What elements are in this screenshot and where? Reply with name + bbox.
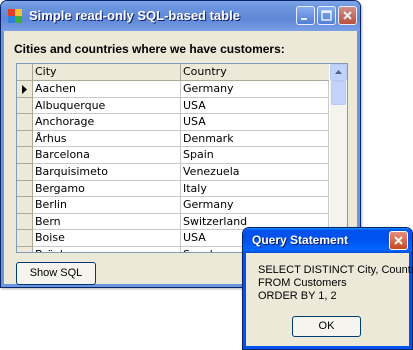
ok-button[interactable]: OK [292, 316, 361, 337]
vertical-scrollbar[interactable] [330, 64, 347, 252]
row-header[interactable] [17, 81, 33, 98]
cell-country[interactable]: Germany [181, 197, 329, 214]
cell-city[interactable]: Berlin [33, 197, 181, 214]
minimize-button[interactable] [296, 6, 315, 25]
table-row[interactable]: Berlin Germany [17, 197, 329, 214]
dialog-close-button[interactable] [389, 231, 408, 250]
show-sql-button[interactable]: Show SQL [16, 262, 96, 285]
cell-city[interactable]: Århus [33, 130, 181, 148]
cell-country[interactable]: Venezuela [181, 163, 329, 181]
dialog-frame-bottom [243, 346, 412, 349]
dialog-title: Query Statement [252, 233, 349, 247]
cell-country[interactable]: Italy [181, 180, 329, 198]
row-header[interactable] [17, 213, 33, 231]
cell-country[interactable]: USA [181, 97, 329, 115]
cell-city[interactable]: Aachen [33, 81, 181, 98]
cell-country[interactable]: USA [181, 114, 329, 131]
row-header[interactable] [17, 230, 33, 247]
cell-country[interactable]: Denmark [181, 130, 329, 148]
close-icon [343, 11, 352, 20]
table-row[interactable]: Bergamo Italy [17, 180, 329, 198]
table-row[interactable]: Barquisimeto Venezuela [17, 163, 329, 181]
column-header-city[interactable]: City [33, 64, 181, 80]
cell-city[interactable]: Bergamo [33, 180, 181, 198]
main-window-title: Simple read-only SQL-based table [29, 8, 240, 23]
cell-country[interactable]: Spain [181, 147, 329, 164]
close-icon [394, 236, 403, 245]
minimize-icon [301, 18, 307, 20]
current-row-icon [22, 85, 27, 94]
data-grid[interactable]: City Country Aachen Germany Albuquerque USA… [16, 63, 348, 253]
row-header[interactable] [17, 163, 33, 181]
row-header-corner [17, 64, 33, 80]
table-row[interactable]: Barcelona Spain [17, 147, 329, 164]
maximize-button[interactable] [317, 6, 336, 25]
row-header[interactable] [17, 147, 33, 164]
cell-city[interactable]: Bern [33, 213, 181, 231]
main-titlebar[interactable]: Simple read-only SQL-based table [1, 1, 360, 31]
scroll-thumb[interactable] [331, 81, 346, 105]
dialog-titlebar[interactable]: Query Statement [243, 228, 412, 253]
maximize-icon [321, 10, 332, 21]
table-row[interactable]: Anchorage USA [17, 114, 329, 131]
cell-country[interactable]: Germany [181, 81, 329, 98]
cell-city[interactable]: Bräcke [33, 246, 181, 252]
cell-city[interactable]: Barcelona [33, 147, 181, 164]
column-header-country[interactable]: Country [181, 64, 329, 80]
table-row[interactable]: Århus Denmark [17, 130, 329, 148]
cell-city[interactable]: Albuquerque [33, 97, 181, 115]
dialog-frame-left [243, 253, 246, 349]
row-header[interactable] [17, 114, 33, 131]
query-statement-dialog: Query Statement SELECT DISTINCT City, Co… [242, 227, 413, 350]
table-caption: Cities and countries where we have custo… [14, 42, 285, 56]
cell-city[interactable]: Barquisimeto [33, 163, 181, 181]
row-header[interactable] [17, 246, 33, 252]
table-row[interactable]: Albuquerque USA [17, 97, 329, 115]
close-button[interactable] [338, 6, 357, 25]
app-icon [8, 9, 22, 23]
cell-city[interactable]: Anchorage [33, 114, 181, 131]
table-row[interactable]: Aachen Germany [17, 81, 329, 98]
sql-statement-text: SELECT DISTINCT City, Country FROM Custo… [258, 264, 413, 302]
row-header[interactable] [17, 197, 33, 214]
window-frame-left [1, 31, 4, 287]
cell-city[interactable]: Boise [33, 230, 181, 247]
grid-header: City Country [17, 64, 329, 81]
row-header[interactable] [17, 180, 33, 198]
row-header[interactable] [17, 130, 33, 148]
scroll-up-icon [335, 70, 342, 74]
row-header[interactable] [17, 97, 33, 115]
scroll-up-button[interactable] [330, 64, 347, 81]
